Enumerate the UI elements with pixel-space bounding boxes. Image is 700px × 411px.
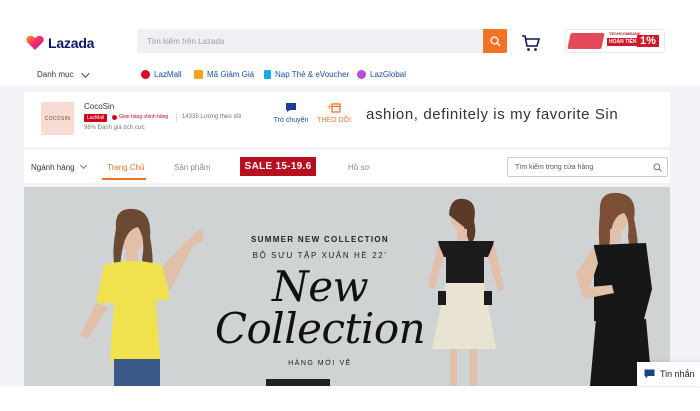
page-root: Lazada Tìm kiếm trên Lazada TECHCOMBANK … xyxy=(0,0,700,411)
search-icon[interactable] xyxy=(653,163,662,172)
chevron-down-icon xyxy=(79,161,87,170)
model-black-top-image xyxy=(576,192,652,386)
promo-cashback-text: HOÀN TIỀN xyxy=(607,38,639,46)
category-menu[interactable]: Danh mục xyxy=(37,68,91,79)
chat-button[interactable]: Trò chuyện xyxy=(271,102,311,124)
voucher-icon xyxy=(194,70,203,79)
nav-link-label: Nạp Thẻ & eVoucher xyxy=(275,70,350,79)
site-header: Lazada Tìm kiếm trên Lazada TECHCOMBANK … xyxy=(0,0,700,86)
nav-link-vouchers[interactable]: Mã Giảm Giá xyxy=(194,70,254,79)
nav-link-label: LazMall xyxy=(154,70,182,79)
lazada-logo[interactable]: Lazada xyxy=(26,35,94,51)
follower-count: 14335 Lượng theo dõi xyxy=(182,114,242,120)
search-input[interactable]: Tìm kiếm trên Lazada xyxy=(137,29,482,53)
banner-cta-bar[interactable] xyxy=(266,379,330,386)
store-plus-icon: + xyxy=(327,102,341,113)
shop-slogan-marquee: ashion, definitely is my favorite Sin xyxy=(366,106,619,123)
promo-percent: 1% xyxy=(637,35,659,47)
banner-new-arrivals: HÀNG MỚI VỀ xyxy=(288,360,352,367)
nav-link-label: LazGlobal xyxy=(370,70,407,79)
banner-collection-vn: BỘ SƯU TẬP XUÂN HÈ 22' xyxy=(252,251,388,260)
lazmall-icon xyxy=(141,70,150,79)
chat-bubble-icon xyxy=(286,103,296,112)
message-icon xyxy=(644,369,655,379)
active-tab-indicator xyxy=(102,178,146,180)
shop-tabs: Ngành hàng Trang Chủ Sản phẩm SALE 15-19… xyxy=(24,150,670,183)
cart-icon[interactable] xyxy=(521,34,541,52)
globe-icon xyxy=(357,70,366,79)
banner-summer-collection: SUMMER NEW COLLECTION xyxy=(251,235,389,244)
techcombank-promo-banner[interactable]: TECHCOMBANK HOÀN TIỀN 1% xyxy=(565,29,665,53)
sale-tab[interactable]: SALE 15-19.6 xyxy=(240,157,316,176)
chat-float-label: Tin nhắn xyxy=(660,369,695,379)
promo-bank-name: TECHCOMBANK xyxy=(609,31,641,36)
shop-header: COCOSIN CocoSin LazMall Gian hàng chính … xyxy=(24,92,670,147)
lazmall-badge: LazMall xyxy=(84,114,108,122)
shop-logo[interactable]: COCOSIN xyxy=(41,102,74,135)
follow-button[interactable]: + THEO DÕI xyxy=(313,102,355,124)
hero-banner[interactable]: SUMMER NEW COLLECTION BỘ SƯU TẬP XUÂN HÈ… xyxy=(24,187,670,386)
official-store-text: Gian hàng chính hãng xyxy=(119,114,169,120)
banner-script-collection: Collection xyxy=(214,304,426,353)
nav-link-lazglobal[interactable]: LazGlobal xyxy=(357,70,406,79)
follow-label: THEO DÕI xyxy=(317,117,351,124)
nav-link-lazmall[interactable]: LazMall xyxy=(141,70,182,79)
search-icon xyxy=(489,35,500,46)
phone-icon xyxy=(264,70,271,79)
tab-profile[interactable]: Hồ sơ xyxy=(348,163,370,172)
tab-categories[interactable]: Ngành hàng xyxy=(31,161,87,172)
tab-home[interactable]: Trang Chủ xyxy=(107,163,145,172)
chevron-down-icon xyxy=(81,68,91,78)
chat-label: Trò chuyện xyxy=(273,117,309,124)
lazada-heart-icon xyxy=(26,35,44,50)
promo-card-graphic xyxy=(567,33,605,49)
verified-icon xyxy=(112,114,117,120)
banner-script-new: New xyxy=(271,262,369,311)
page-bottom-strip xyxy=(0,386,700,411)
divider xyxy=(176,113,177,122)
positive-rating: 96% Đánh giá tích cực xyxy=(84,125,145,131)
floating-chat-button[interactable]: Tin nhắn xyxy=(637,362,700,386)
tab-products[interactable]: Sản phẩm xyxy=(174,163,210,172)
nav-link-topup[interactable]: Nạp Thẻ & eVoucher xyxy=(264,70,349,79)
category-label: Danh mục xyxy=(37,70,74,79)
shop-search-placeholder: Tìm kiếm trong cửa hàng xyxy=(515,164,594,171)
nav-link-label: Mã Giảm Giá xyxy=(207,70,255,79)
official-store-label: Gian hàng chính hãng xyxy=(112,114,168,120)
shop-search-input[interactable]: Tìm kiếm trong cửa hàng xyxy=(507,157,668,177)
tab-label: Ngành hàng xyxy=(31,163,75,172)
logo-text: Lazada xyxy=(48,35,95,51)
shop-name[interactable]: CocoSin xyxy=(84,102,114,111)
search-button[interactable] xyxy=(483,29,507,53)
